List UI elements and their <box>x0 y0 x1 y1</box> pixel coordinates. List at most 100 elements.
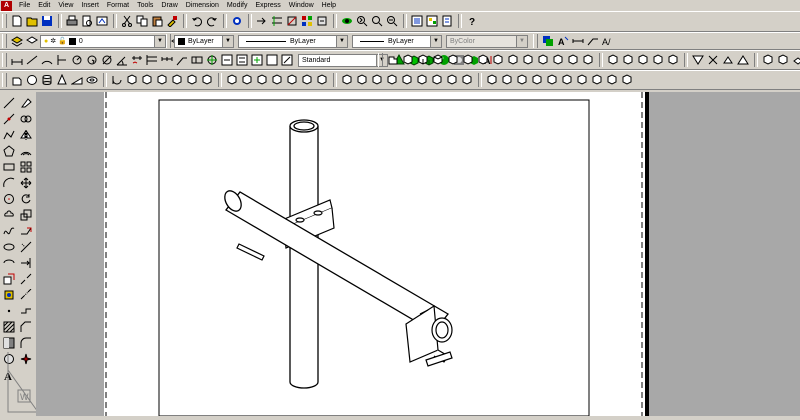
arc-icon[interactable] <box>2 176 16 190</box>
surface-1-icon[interactable] <box>340 73 354 87</box>
ellipse-icon[interactable] <box>2 240 16 254</box>
surface-4-icon[interactable] <box>385 73 399 87</box>
solid-5-icon[interactable] <box>285 73 299 87</box>
solid-2-icon[interactable] <box>240 73 254 87</box>
offset-faces-icon[interactable] <box>461 53 475 67</box>
chamfer-icon[interactable] <box>19 320 33 334</box>
bring-to-front-icon[interactable] <box>541 34 555 48</box>
new-file-icon[interactable] <box>10 14 24 28</box>
stretch-icon[interactable] <box>19 224 33 238</box>
mesh-4-icon[interactable] <box>530 73 544 87</box>
cylinder-icon[interactable] <box>40 73 54 87</box>
section-icon[interactable] <box>125 73 139 87</box>
print-preview-icon[interactable] <box>80 14 94 28</box>
wedge-icon[interactable] <box>70 73 84 87</box>
snap-icon[interactable] <box>285 14 299 28</box>
interference-icon[interactable] <box>155 73 169 87</box>
menu-window[interactable]: Window <box>285 0 318 11</box>
dimension-text-edit-icon[interactable] <box>235 53 249 67</box>
line-icon[interactable] <box>2 96 16 110</box>
surface-8-icon[interactable] <box>445 73 459 87</box>
ellipse-arc-icon[interactable] <box>2 256 16 270</box>
palette-icon[interactable] <box>300 14 314 28</box>
menu-edit[interactable]: Edit <box>34 0 54 11</box>
redo-icon[interactable] <box>205 14 219 28</box>
make-block-icon[interactable] <box>2 288 16 302</box>
extend-icon[interactable] <box>19 256 33 270</box>
toolbar-grip[interactable] <box>2 73 7 87</box>
menu-express[interactable]: Express <box>251 0 284 11</box>
leader-to-front-icon[interactable] <box>586 34 600 48</box>
setup-view-icon[interactable] <box>185 73 199 87</box>
menu-file[interactable]: File <box>15 0 34 11</box>
paste-icon[interactable] <box>150 14 164 28</box>
surface-6-icon[interactable] <box>415 73 429 87</box>
spline-icon[interactable] <box>2 224 16 238</box>
copy-edges-icon[interactable] <box>551 53 565 67</box>
scale-icon[interactable] <box>19 208 33 222</box>
color-edges-icon[interactable] <box>566 53 580 67</box>
undo-icon[interactable] <box>190 14 204 28</box>
help-icon[interactable]: ? <box>465 14 479 28</box>
profile-icon[interactable] <box>721 53 735 67</box>
imprint-icon[interactable] <box>581 53 595 67</box>
quick-leader-icon[interactable] <box>175 53 189 67</box>
zoom-previous-icon[interactable] <box>385 14 399 28</box>
interfere-icon[interactable] <box>736 53 750 67</box>
solid-6-icon[interactable] <box>300 73 314 87</box>
subtract-icon[interactable] <box>401 53 415 67</box>
toolbar-grip[interactable] <box>166 34 171 48</box>
break-at-point-icon[interactable] <box>19 272 33 286</box>
surface-2-icon[interactable] <box>355 73 369 87</box>
solid-1-icon[interactable] <box>225 73 239 87</box>
menu-tools[interactable]: Tools <box>133 0 157 11</box>
chevron-down-icon[interactable]: ▼ <box>222 35 233 47</box>
revision-cloud-icon[interactable] <box>2 208 16 222</box>
menu-insert[interactable]: Insert <box>77 0 103 11</box>
publish-icon[interactable] <box>95 14 109 28</box>
tolerance-icon[interactable] <box>190 53 204 67</box>
array-icon[interactable] <box>19 160 33 174</box>
rotate-icon[interactable] <box>19 192 33 206</box>
toolbar-grip[interactable] <box>2 34 7 48</box>
dimension-update-icon[interactable] <box>250 53 264 67</box>
drawing-area[interactable] <box>36 92 800 417</box>
tool-palettes-icon[interactable] <box>440 14 454 28</box>
setup-drawing-icon[interactable] <box>170 73 184 87</box>
surface-3-icon[interactable] <box>370 73 384 87</box>
mesh-9-icon[interactable] <box>605 73 619 87</box>
mesh-10-icon[interactable] <box>620 73 634 87</box>
dimension-to-front-icon[interactable] <box>571 34 585 48</box>
angular-dimension-icon[interactable] <box>115 53 129 67</box>
setup-profile-icon[interactable] <box>200 73 214 87</box>
menu-format[interactable]: Format <box>103 0 133 11</box>
jogged-dimension-icon[interactable] <box>85 53 99 67</box>
cut-icon[interactable] <box>120 14 134 28</box>
open-file-icon[interactable] <box>25 14 39 28</box>
torus-icon[interactable] <box>85 73 99 87</box>
linetype-control-dropdown[interactable]: ByLayer ▼ <box>238 34 348 48</box>
text-to-front-icon[interactable]: A <box>556 34 570 48</box>
menu-help[interactable]: Help <box>318 0 340 11</box>
all-annotation-front-icon[interactable]: A/ <box>601 34 615 48</box>
match-properties-icon[interactable] <box>165 14 179 28</box>
arc-length-icon[interactable] <box>40 53 54 67</box>
track-icon[interactable] <box>270 14 284 28</box>
diameter-dimension-icon[interactable] <box>100 53 114 67</box>
menu-modify[interactable]: Modify <box>223 0 252 11</box>
center-mark-icon[interactable] <box>205 53 219 67</box>
slice-icon[interactable] <box>666 53 680 67</box>
ordinate-dimension-icon[interactable] <box>55 53 69 67</box>
view-front-icon[interactable] <box>791 53 800 67</box>
redraw-icon[interactable] <box>255 14 269 28</box>
linear-dimension-icon[interactable] <box>10 53 24 67</box>
flatshot-icon[interactable] <box>691 53 705 67</box>
menu-draw[interactable]: Draw <box>157 0 181 11</box>
quick-dimension-icon[interactable] <box>130 53 144 67</box>
chevron-down-icon[interactable]: ▼ <box>430 35 441 47</box>
toolbar-grip[interactable] <box>533 34 538 48</box>
break-icon[interactable] <box>19 288 33 302</box>
mesh-1-icon[interactable] <box>485 73 499 87</box>
check-icon[interactable] <box>651 53 665 67</box>
slice-solid-icon[interactable] <box>140 73 154 87</box>
